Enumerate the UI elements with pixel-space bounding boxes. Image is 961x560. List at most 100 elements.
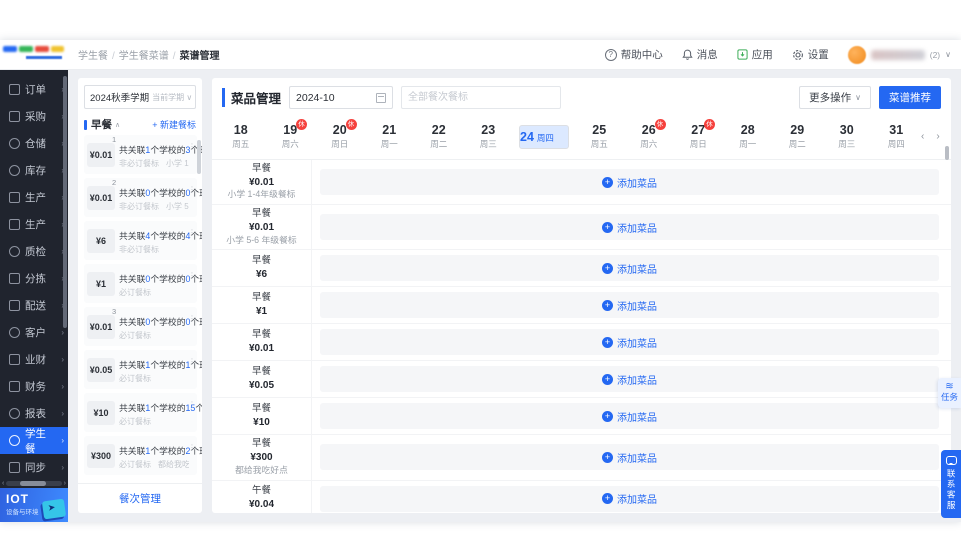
kebab-menu-icon[interactable]: ⋮	[188, 357, 196, 366]
add-dish-button[interactable]: + 添加菜品	[602, 298, 657, 313]
date-cell-21[interactable]: 21 周一	[365, 121, 415, 150]
menu-row: 早餐 ¥0.01 + 添加菜品	[212, 324, 951, 362]
settings-button[interactable]: 设置	[792, 47, 829, 62]
sidebar-item-student-meal[interactable]: 学生餐 ›	[0, 427, 68, 455]
meal-desc: 小学 1-4年级餐标	[227, 189, 296, 200]
meal-standard-card[interactable]: ¥6 共关联4个学校的4个班级 非必订餐标 ⋮	[84, 221, 202, 260]
add-dish-button[interactable]: + 添加菜品	[602, 409, 657, 424]
sidebar-item-orders[interactable]: 订单›	[0, 76, 68, 103]
semester-select[interactable]: 2024秋季学期 当前学期 ∨	[84, 85, 196, 109]
new-meal-standard-link[interactable]: + 新建餐标	[152, 118, 196, 131]
kebab-menu-icon[interactable]: ⋮	[188, 443, 196, 452]
kebab-menu-icon[interactable]: ⋮	[188, 142, 196, 151]
date-cell-29[interactable]: 29 周二	[773, 121, 823, 150]
meal-standard-panel: 2024秋季学期 当前学期 ∨ 早餐 ∧ + 新建餐标 1 ¥0.01 共关联1…	[78, 78, 202, 513]
contact-service-fab[interactable]: 联系客服	[941, 450, 961, 518]
sidebar-item-sorting[interactable]: 分拣›	[0, 265, 68, 292]
month-picker[interactable]: 2024-10	[289, 86, 394, 109]
task-fab[interactable]: ≋ 任务	[938, 378, 961, 409]
date-cell-28[interactable]: 28 周一	[723, 121, 773, 150]
sidebar-item-finance[interactable]: 财务 ›	[0, 373, 68, 400]
kebab-menu-icon[interactable]: ⋮	[188, 314, 196, 323]
recipe-recommend-button[interactable]: 菜谱推荐	[879, 86, 941, 109]
sidebar-item-production[interactable]: 生产›	[0, 184, 68, 211]
apps-button[interactable]: 应用	[737, 47, 773, 62]
sidebar-item-label: 生产	[25, 192, 46, 204]
meal-standard-card[interactable]: ¥300 共关联1个学校的2个班级 必订餐标都给我吃好点 ⋮	[84, 436, 202, 475]
chevron-up-icon[interactable]: ∧	[115, 121, 120, 129]
meal-standard-card[interactable]: 3 ¥0.01 共关联0个学校的0个班级 必订餐标 ⋮	[84, 307, 202, 346]
sidebar-item-label: 财务	[25, 381, 46, 393]
date-number: 20	[332, 123, 347, 138]
date-cell-20[interactable]: 休 20 周日	[315, 119, 365, 150]
breadcrumb-separator: /	[112, 51, 115, 62]
grid-scrollbar[interactable]	[945, 146, 949, 160]
date-cell-25[interactable]: 25 周五	[575, 121, 625, 150]
date-cell-18[interactable]: 18 周五	[216, 121, 266, 150]
date-cell-30[interactable]: 30 周三	[822, 121, 872, 150]
sidebar-item-sync[interactable]: 同步 ›	[0, 454, 68, 481]
scroll-right-arrow[interactable]: ›	[64, 480, 66, 487]
scroll-left-arrow[interactable]: ‹	[2, 480, 4, 487]
date-cell-22[interactable]: 22 周二	[414, 121, 464, 150]
breadcrumb-item[interactable]: 学生餐	[78, 51, 108, 62]
kebab-menu-icon[interactable]: ⋮	[188, 400, 196, 409]
kebab-menu-icon[interactable]: ⋮	[188, 271, 196, 280]
meal-standard-card[interactable]: ¥1 共关联0个学校的0个班级 必订餐标 ⋮	[84, 264, 202, 303]
date-cell-19[interactable]: 休 19 周六	[266, 119, 316, 150]
meal-price: ¥0.01	[248, 343, 275, 355]
meal-price: ¥10	[253, 417, 270, 429]
sidebar-item-purchase[interactable]: 采购›	[0, 103, 68, 130]
hscroll-thumb[interactable]	[20, 480, 47, 486]
sidebar-item-customers[interactable]: 客户 ›	[0, 319, 68, 346]
add-dish-button[interactable]: + 添加菜品	[602, 261, 657, 276]
sidebar-item-delivery[interactable]: 配送›	[0, 292, 68, 319]
chevron-right-icon: ›	[61, 463, 64, 472]
meal-price: ¥1	[255, 306, 268, 318]
sidenav-hscrollbar[interactable]: ‹ ›	[0, 478, 68, 488]
add-dish-button[interactable]: + 添加菜品	[602, 335, 657, 350]
date-cell-24-selected[interactable]: 24 周四	[519, 125, 569, 149]
add-dish-button[interactable]: + 添加菜品	[602, 220, 657, 235]
meal-standard-card[interactable]: ¥10 共关联1个学校的15个班级 必订餐标 ⋮	[84, 393, 202, 432]
meal-name: 早餐	[251, 255, 271, 267]
sidebar-item-reports[interactable]: 报表 ›	[0, 400, 68, 427]
kebab-menu-icon[interactable]: ⋮	[188, 228, 196, 237]
more-actions-button[interactable]: 更多操作 ∨	[799, 86, 871, 109]
section-accent-bar	[84, 119, 87, 130]
sidebar-item-quality[interactable]: 质检›	[0, 238, 68, 265]
kebab-menu-icon[interactable]: ⋮	[188, 185, 196, 194]
meal-standard-card[interactable]: 1 ¥0.01 共关联1个学校的3个班级 非必订餐标小学 1-4年... ⋮	[84, 135, 202, 174]
sidebar-item-business-finance[interactable]: 业财 ›	[0, 346, 68, 373]
prev-week-arrow[interactable]: ‹	[921, 131, 924, 142]
meal-standard-card[interactable]: 2 ¥0.01 共关联0个学校的0个班级 非必订餐标小学 5-6... ⋮	[84, 178, 202, 217]
date-number: 29	[790, 123, 805, 138]
breadcrumb-item[interactable]: 学生餐菜谱	[119, 51, 169, 62]
sidebar-item-production-2[interactable]: 生产›	[0, 211, 68, 238]
user-avatar	[847, 45, 866, 64]
add-dish-label: 添加菜品	[617, 412, 657, 424]
meal-time-manage-button[interactable]: 餐次管理	[78, 483, 202, 513]
date-cell-27[interactable]: 休 27 周日	[674, 119, 724, 150]
add-dish-button[interactable]: + 添加菜品	[602, 491, 657, 506]
sidebar-item-storage[interactable]: 仓储›	[0, 130, 68, 157]
next-week-arrow[interactable]: ›	[936, 131, 939, 142]
add-dish-button[interactable]: + 添加菜品	[602, 450, 657, 465]
sidenav-scrollbar[interactable]	[63, 76, 67, 328]
add-dish-button[interactable]: + 添加菜品	[602, 372, 657, 387]
date-cell-31[interactable]: 31 周四	[872, 121, 922, 150]
add-dish-button[interactable]: + 添加菜品	[602, 175, 657, 190]
date-cell-23[interactable]: 23 周三	[464, 121, 514, 150]
iot-banner[interactable]: IOT 设备与环境	[0, 488, 68, 522]
sidebar-item-inventory[interactable]: 库存›	[0, 157, 68, 184]
messages-button[interactable]: 消息	[682, 47, 718, 62]
panel-scrollbar[interactable]	[197, 140, 201, 174]
contact-service-label: 联系客服	[946, 469, 957, 511]
row-meal-label: 早餐 ¥0.01 小学 1-4年级餐标	[212, 160, 312, 205]
apps-icon	[737, 49, 748, 60]
meal-filter-input[interactable]	[401, 86, 562, 109]
help-center-button[interactable]: ? 帮助中心	[604, 47, 663, 62]
date-cell-26[interactable]: 休 26 周六	[624, 119, 674, 150]
user-menu[interactable]: (2) ∨	[847, 45, 951, 64]
meal-standard-card[interactable]: ¥0.05 共关联1个学校的1个班级 必订餐标 ⋮	[84, 350, 202, 389]
